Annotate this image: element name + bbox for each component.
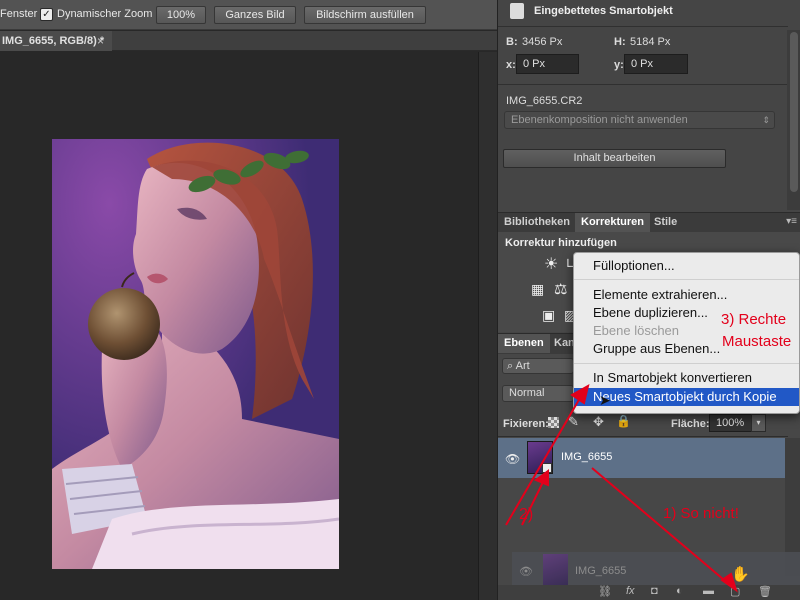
arrow-head-menu	[570, 384, 590, 405]
annotation-step3-line1: 3) Rechte	[721, 311, 787, 328]
arrow-to-menu-item	[505, 397, 581, 526]
hand-cursor-icon: ✋	[731, 566, 750, 583]
annotation-step3-line2: Maustaste	[722, 333, 792, 350]
photoshop-window: Fenster ✓ Dynamischer Zoom 100% Ganzes B…	[0, 0, 800, 600]
arrow-to-new-layer	[591, 467, 731, 586]
annotation-step2: 2)	[519, 506, 534, 523]
mouse-pointer-icon: ➤	[599, 392, 611, 408]
annotation-step1: 1) So nicht!	[663, 505, 739, 522]
arrow-head-thumbnail	[534, 469, 549, 487]
